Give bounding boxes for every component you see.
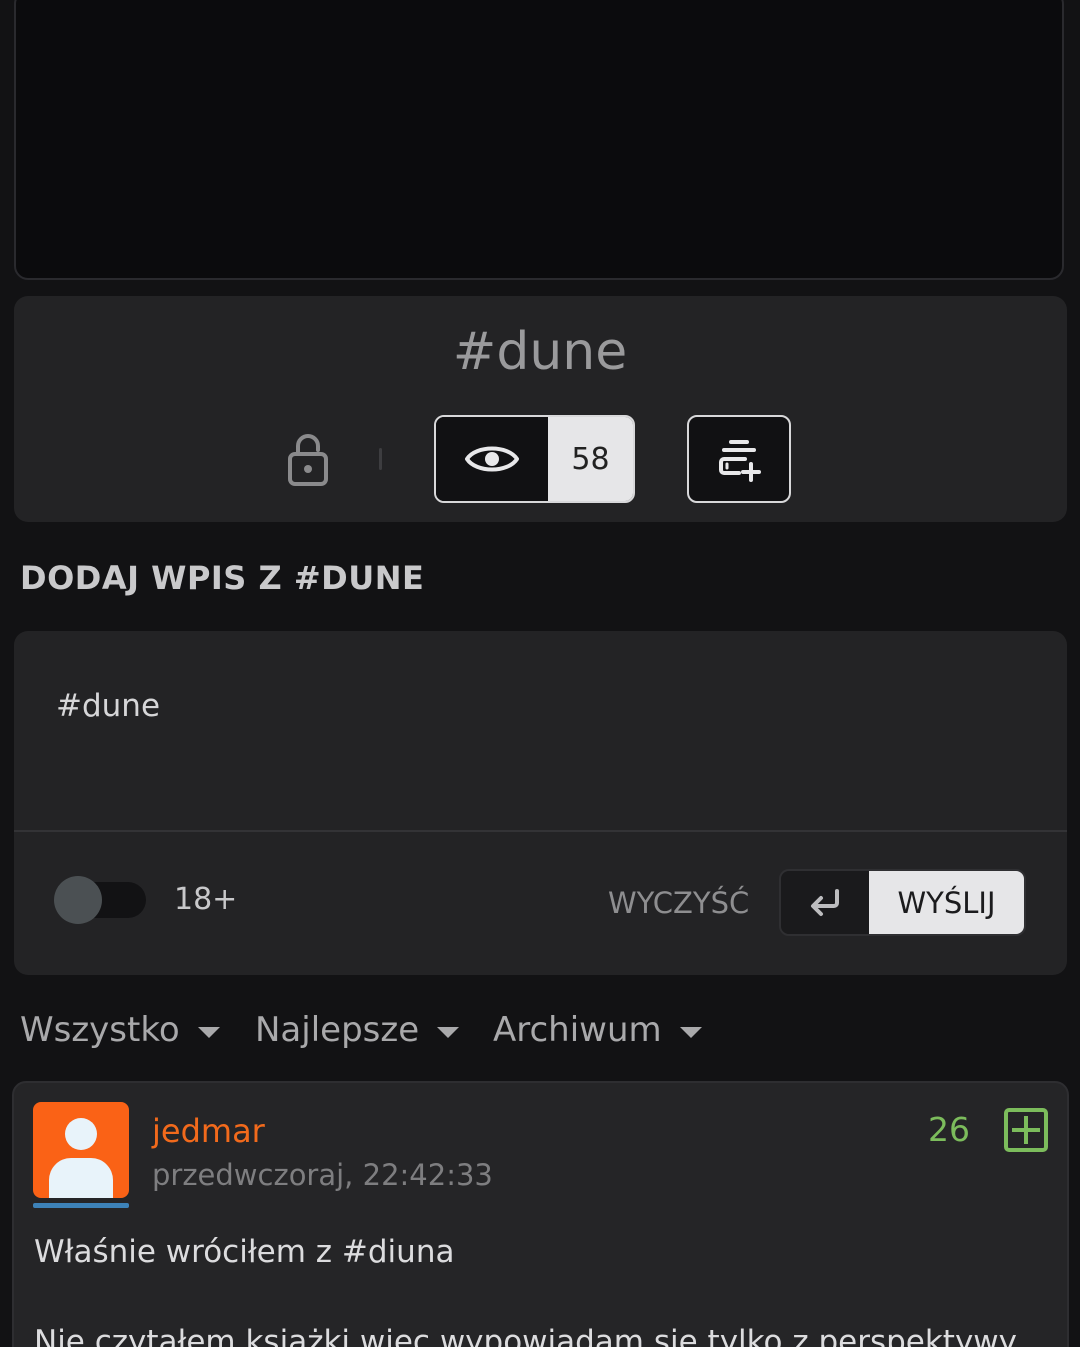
page: #dune 58 DODAJ WPIS Z #DUNE #dune 18+ WY… (0, 0, 1080, 1347)
filter-best-dropdown[interactable]: Najlepsze (255, 1008, 460, 1052)
enter-key-icon[interactable] (781, 871, 869, 934)
upvote-button[interactable] (1004, 1108, 1048, 1152)
post-text: Właśnie wróciłem z (34, 1234, 342, 1270)
plus-square-icon (1004, 1108, 1048, 1152)
observers-count: 58 (548, 417, 633, 501)
filter-all-label: Wszystko (20, 1010, 180, 1050)
lock-icon[interactable] (286, 432, 330, 486)
filter-best-label: Najlepsze (255, 1010, 420, 1050)
post-body-line: Nie czytałem książki więc wypowiadam się… (34, 1324, 1017, 1347)
avatar-gender-bar (33, 1203, 129, 1208)
composer-textarea[interactable]: #dune (56, 686, 160, 726)
vote-count: 26 (928, 1110, 970, 1149)
chevron-down-icon (197, 1026, 220, 1038)
toggle-knob[interactable] (54, 876, 102, 924)
adult-content-label: 18+ (174, 882, 238, 917)
author-name[interactable]: jedmar (152, 1111, 265, 1151)
avatar[interactable] (33, 1102, 129, 1198)
chevron-down-icon (437, 1026, 460, 1038)
filter-archive-dropdown[interactable]: Archiwum (493, 1008, 702, 1052)
observe-tag-button[interactable]: 58 (434, 415, 635, 503)
post-date[interactable]: przedwczoraj, 22:42:33 (152, 1155, 493, 1195)
filter-archive-label: Archiwum (493, 1010, 662, 1050)
filter-all-dropdown[interactable]: Wszystko (20, 1008, 220, 1052)
send-button-group: WYŚLIJ (779, 869, 1026, 936)
tag-link[interactable]: #diuna (342, 1234, 455, 1270)
media-embed-box (14, 0, 1064, 280)
composer-divider (14, 830, 1067, 832)
clear-button[interactable]: WYCZYŚĆ (608, 884, 749, 922)
stack-plus-icon (719, 440, 761, 482)
user-silhouette-icon (49, 1118, 113, 1198)
tag-title: #dune (452, 322, 628, 382)
blacklist-tag-button[interactable] (687, 415, 791, 503)
eye-icon (436, 417, 548, 501)
post-body-line: Właśnie wróciłem z #diuna (34, 1230, 454, 1274)
chevron-down-icon (679, 1026, 702, 1038)
send-button[interactable]: WYŚLIJ (869, 871, 1024, 934)
add-entry-heading: DODAJ WPIS Z #DUNE (20, 559, 425, 597)
separator (379, 448, 382, 470)
